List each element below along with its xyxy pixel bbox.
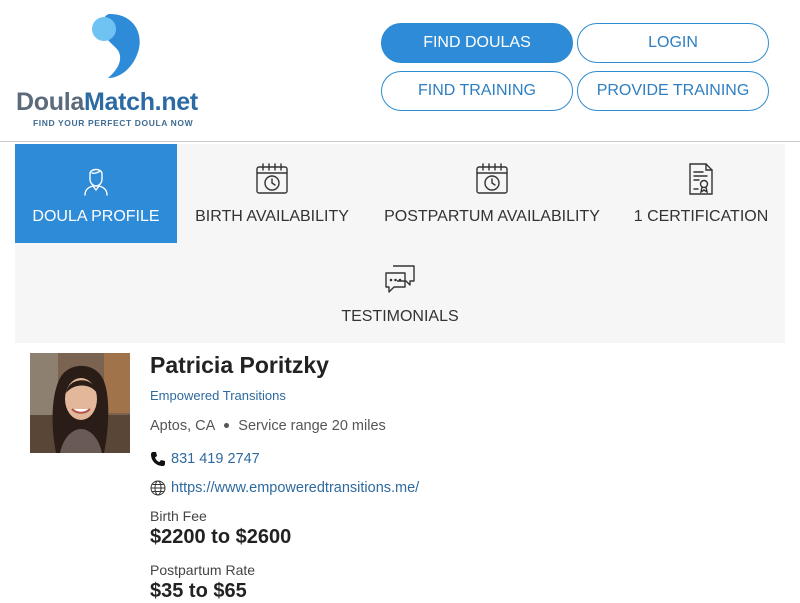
logo-word-match: Match.net: [83, 88, 198, 116]
phone-number: 831 419 2747: [171, 451, 260, 467]
tab-label: POSTPARTUM AVAILABILITY: [384, 208, 600, 225]
birth-fee-value: $2200 to $2600: [150, 526, 292, 548]
doula-name: Patricia Poritzky: [150, 352, 329, 378]
location-city: Aptos, CA: [150, 418, 216, 434]
provide-training-button[interactable]: PROVIDE TRAINING: [577, 71, 769, 111]
doula-organization[interactable]: Empowered Transitions: [150, 388, 286, 403]
logo-tagline: FIND YOUR PERFECT DOULA NOW: [33, 118, 194, 128]
tab-label: 1 CERTIFICATION: [633, 208, 769, 225]
birth-fee-label: Birth Fee: [150, 508, 207, 524]
doula-photo: [30, 353, 130, 453]
globe-icon: [150, 480, 166, 496]
chat-bubbles-icon: [385, 265, 415, 293]
calendar-clock-icon: [476, 163, 508, 194]
tab-postpartum-availability[interactable]: POSTPARTUM AVAILABILITY: [367, 144, 617, 243]
tab-label: DOULA PROFILE: [32, 208, 160, 225]
calendar-clock-icon: [256, 163, 288, 194]
tab-label: TESTIMONIALS: [341, 308, 459, 325]
tab-label: BIRTH AVAILABILITY: [195, 208, 349, 225]
site-header: DoulaMatch.net FIND YOUR PERFECT DOULA N…: [0, 0, 800, 142]
logo-word-doula: Doula: [16, 88, 84, 116]
website-url: https://www.empoweredtransitions.me/: [171, 480, 420, 496]
tab-testimonials[interactable]: TESTIMONIALS: [315, 244, 485, 343]
tab-doula-profile[interactable]: DOULA PROFILE: [15, 144, 177, 243]
phone-link[interactable]: 831 419 2747: [150, 451, 260, 467]
person-icon: [84, 168, 108, 196]
tab-birth-availability[interactable]: BIRTH AVAILABILITY: [177, 144, 367, 243]
postpartum-rate-label: Postpartum Rate: [150, 562, 256, 578]
doula-location: Aptos, CA Service range 20 miles: [150, 418, 386, 434]
separator-dot: [224, 422, 230, 428]
certificate-icon: [689, 163, 713, 195]
login-button[interactable]: LOGIN: [577, 23, 769, 63]
tab-certification[interactable]: 1 CERTIFICATION: [617, 144, 785, 243]
logo-wordmark: DoulaMatch.net: [16, 88, 198, 117]
phone-icon: [151, 452, 165, 466]
logo-drop-icon: [92, 14, 140, 78]
site-logo[interactable]: DoulaMatch.net FIND YOUR PERFECT DOULA N…: [16, 12, 226, 132]
service-range: Service range 20 miles: [238, 418, 386, 434]
find-doulas-button[interactable]: FIND DOULAS: [381, 23, 573, 63]
website-link[interactable]: https://www.empoweredtransitions.me/: [150, 480, 419, 496]
find-training-button[interactable]: FIND TRAINING: [381, 71, 573, 111]
profile-tabs: DOULA PROFILE BIRTH AVAILABILITY POSTPAR…: [15, 144, 785, 343]
